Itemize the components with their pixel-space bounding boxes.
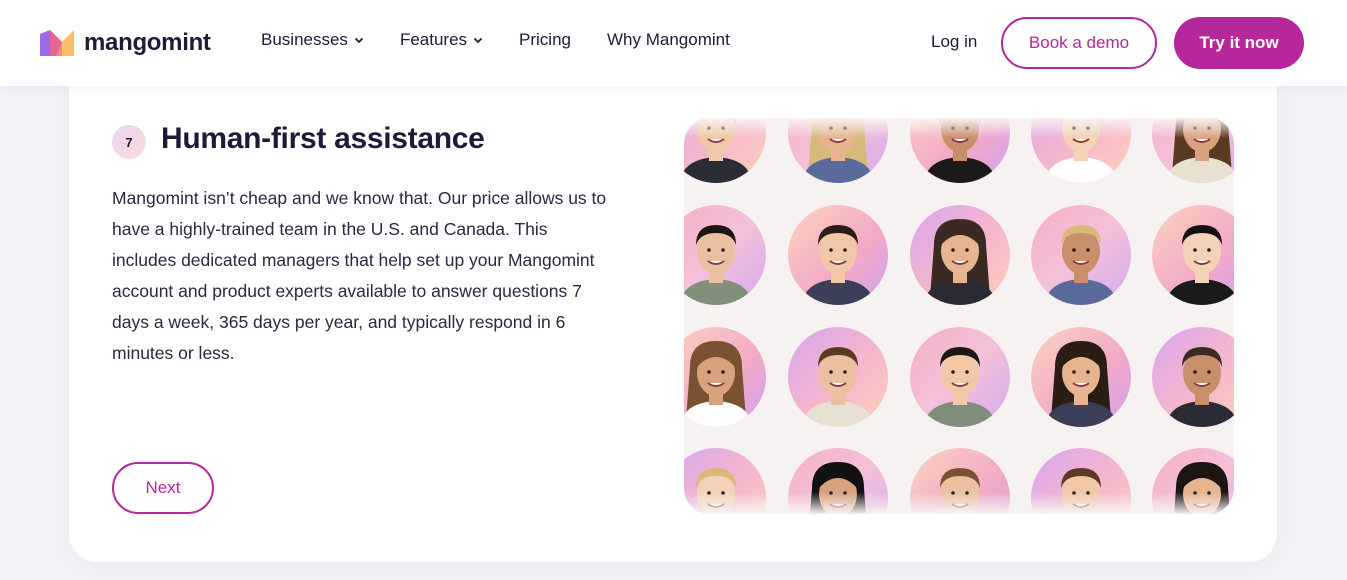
team-member-photo [684,205,766,305]
book-demo-button[interactable]: Book a demo [1001,17,1157,69]
login-link[interactable]: Log in [931,32,977,52]
nav-item-label: Businesses [261,30,348,49]
brand-name: mangomint [84,29,211,56]
team-member-photo [1152,327,1234,427]
site-header: mangomint Businesses Features Pricing Wh… [0,0,1347,86]
nav-item-features[interactable]: Features [400,30,483,50]
next-button[interactable]: Next [112,462,214,514]
photo-grid-fade-bottom [684,492,1234,514]
nav-item-pricing[interactable]: Pricing [519,30,571,50]
nav-item-label: Features [399,30,468,49]
nav-item-label: Why Mangomint [607,30,730,49]
team-member-photo [910,327,1010,427]
chevron-down-icon [473,37,483,44]
team-photo-grid [684,118,1234,514]
team-member-photo [1031,327,1131,427]
brand-logo[interactable]: mangomint [40,27,211,59]
team-member-photo [1152,205,1234,305]
nav-item-businesses[interactable]: Businesses [261,30,364,50]
photo-grid-fade-top [684,118,1234,138]
step-number-badge: 7 [112,125,146,159]
main-nav: Businesses Features Pricing Why Mangomin… [261,30,766,50]
team-member-photo [788,205,888,305]
mangomint-logo-icon [40,30,74,56]
try-it-now-button[interactable]: Try it now [1174,17,1304,69]
team-member-photo [910,205,1010,305]
section-title: Human-first assistance [161,122,485,155]
nav-item-label: Pricing [519,30,571,49]
nav-item-why-mangomint[interactable]: Why Mangomint [607,30,730,50]
chevron-down-icon [354,37,364,44]
team-member-photo [1031,205,1131,305]
team-member-photo [788,327,888,427]
section-description: Mangomint isn’t cheap and we know that. … [112,188,607,363]
team-member-photo [684,327,766,427]
